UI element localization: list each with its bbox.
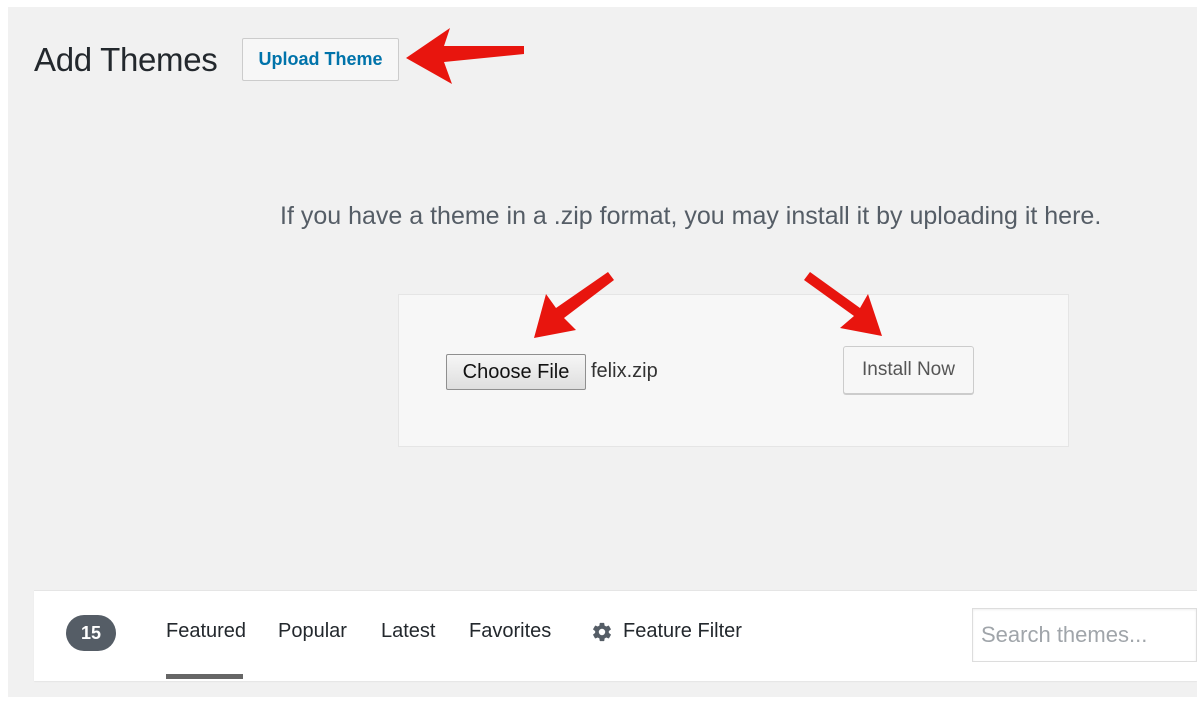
tab-popular[interactable]: Popular: [278, 620, 347, 643]
upload-theme-button[interactable]: Upload Theme: [242, 38, 399, 81]
current-tab-indicator: [166, 674, 243, 679]
selected-file-name: felix.zip: [591, 360, 658, 382]
arrow-to-choose-file-icon: [534, 272, 614, 338]
theme-count-badge: 15: [66, 615, 116, 651]
feature-filter-button[interactable]: Feature Filter: [591, 620, 742, 643]
page-title: Add Themes: [34, 41, 218, 78]
feature-filter-label: Feature Filter: [623, 620, 742, 642]
tab-featured[interactable]: Featured: [166, 620, 246, 643]
choose-file-button[interactable]: Choose File: [446, 354, 586, 390]
tab-favorites[interactable]: Favorites: [469, 620, 551, 643]
arrow-to-install-now-icon: [804, 272, 882, 336]
tab-latest[interactable]: Latest: [381, 620, 435, 643]
install-now-button[interactable]: Install Now: [843, 346, 974, 394]
gear-icon: [593, 622, 611, 641]
upload-help-text: If you have a theme in a .zip format, yo…: [280, 202, 1102, 230]
arrow-to-upload-theme-icon: [406, 28, 524, 84]
search-themes-input[interactable]: [972, 608, 1197, 662]
